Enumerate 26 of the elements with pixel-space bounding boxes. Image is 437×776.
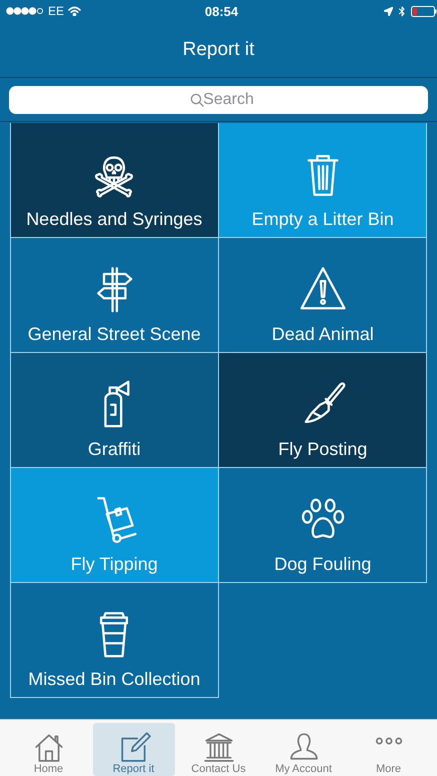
tab-item[interactable]: My Account [262,723,344,776]
tab-item[interactable]: Report it [92,723,174,776]
status-time: 08:54 [204,4,238,18]
category-tile[interactable]: Dead Animal [218,238,427,353]
carrier-name: EE [48,4,64,18]
category-tile[interactable]: Empty a Litter Bin [218,123,427,238]
category-tile[interactable]: Fly Posting [218,353,427,468]
screen-title: Report it [182,38,254,60]
wifi-icon [68,6,82,16]
search-field[interactable]: Search [9,86,428,114]
category-tile[interactable]: General Street Scene [10,238,218,353]
category-tile[interactable]: Missed Bin Collection [10,583,218,698]
category-tile[interactable]: Dog Fouling [218,468,427,583]
category-tile[interactable]: Fly Tipping [10,468,218,583]
tab-item[interactable]: More [348,723,430,776]
battery-icon [411,6,437,16]
bank-building-icon [202,731,236,763]
category-tile[interactable]: Graffiti [10,353,218,468]
tab-item[interactable]: Home [8,723,90,776]
signal-icon [6,7,44,15]
more-icon [374,737,402,745]
bluetooth-icon [399,6,405,16]
category-tile[interactable]: Needles and Syringes [10,123,218,238]
location-arrow-icon [384,6,393,16]
tab-item[interactable]: Contact Us [178,723,260,776]
search-icon [190,93,204,107]
